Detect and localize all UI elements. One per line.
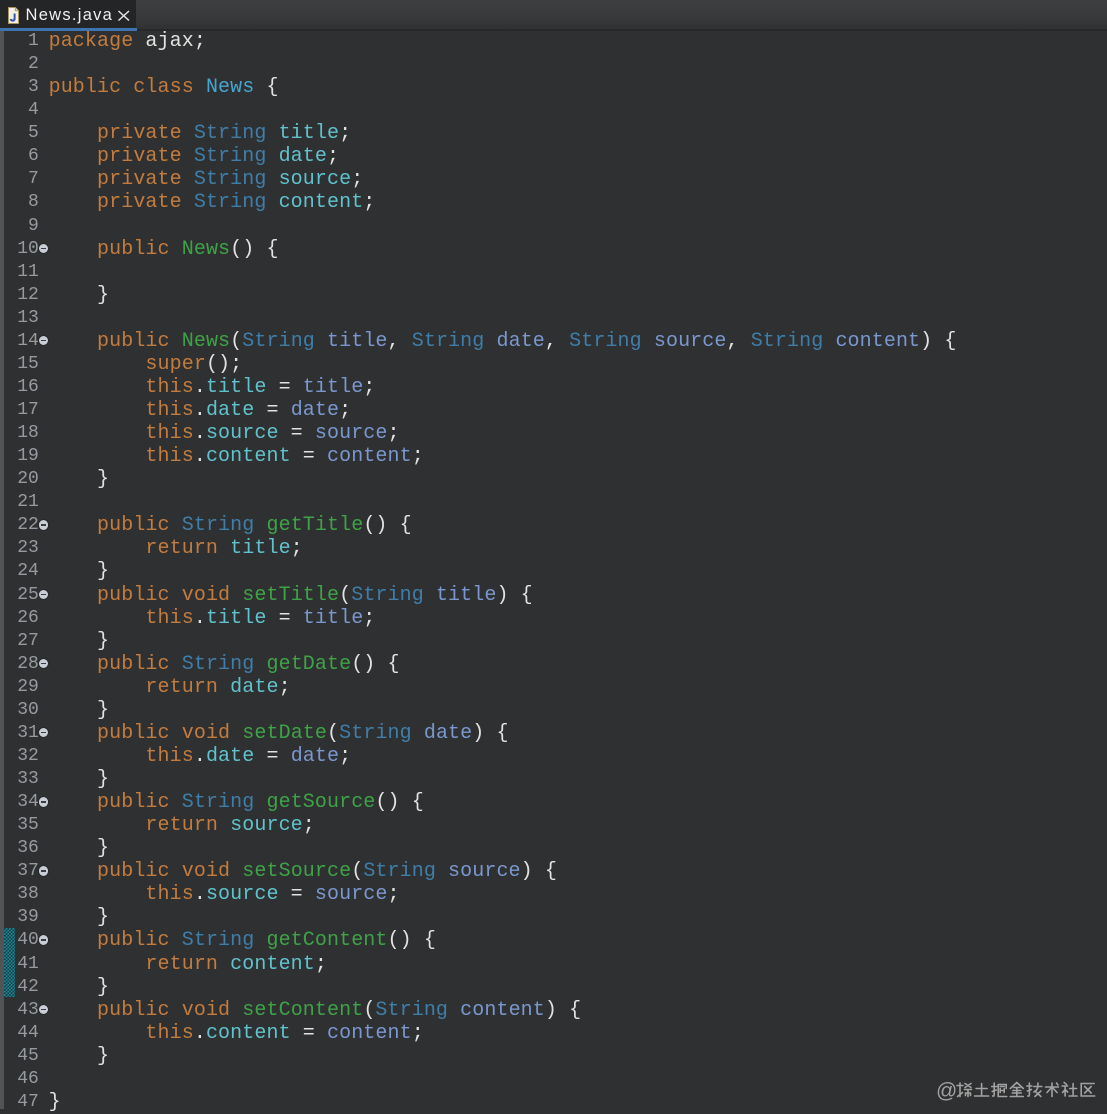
svg-text:@: @ — [936, 1080, 957, 1103]
